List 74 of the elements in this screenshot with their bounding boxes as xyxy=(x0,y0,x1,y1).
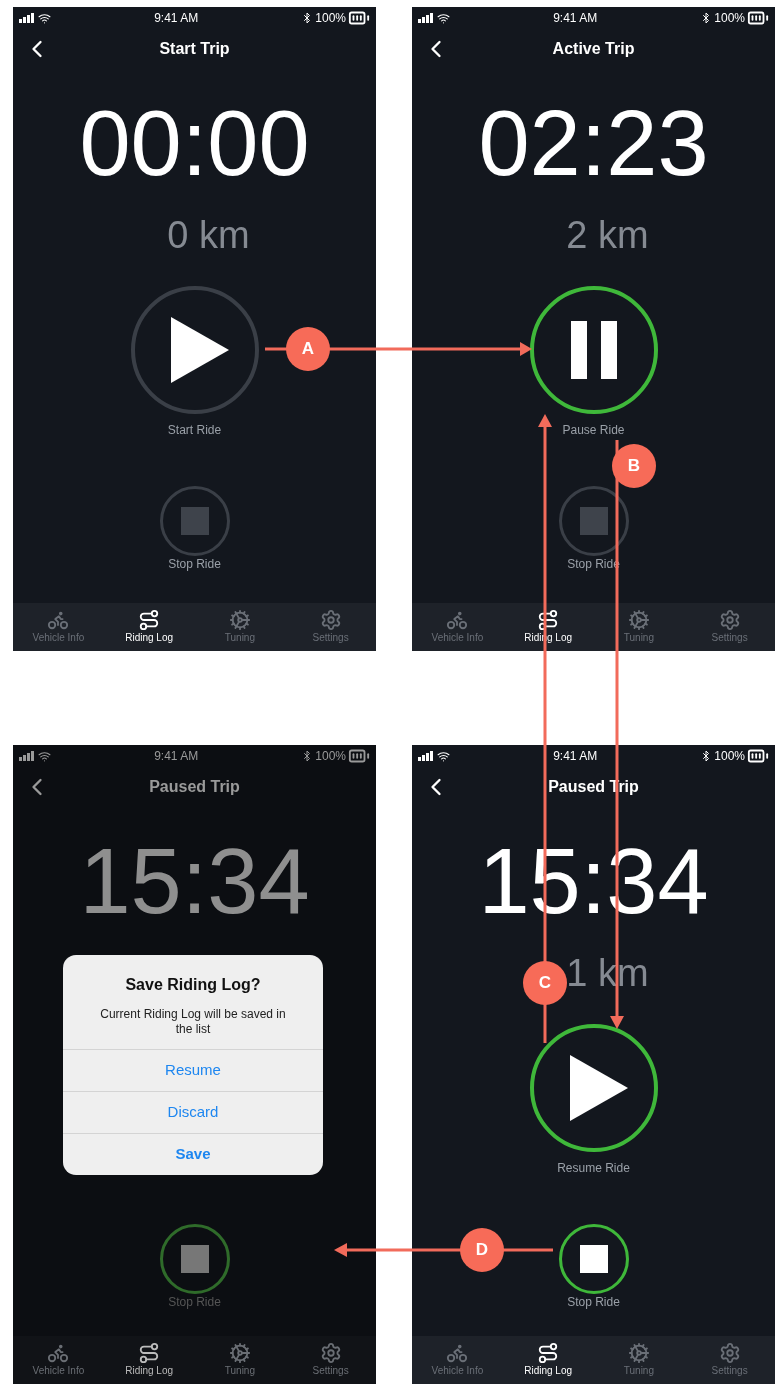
trip-timer: 02:23 xyxy=(478,93,709,193)
cog-icon xyxy=(627,1342,650,1364)
tab-item[interactable]: Tuning xyxy=(194,603,286,651)
tab-item[interactable]: Riding Log xyxy=(103,603,195,651)
wifi-icon xyxy=(38,749,51,763)
route-icon xyxy=(138,1342,161,1364)
pause-icon xyxy=(570,321,617,379)
trip-distance: 2 km xyxy=(566,213,649,257)
stop-button-label: Stop Ride xyxy=(168,556,221,572)
play-icon xyxy=(170,317,229,383)
trip-timer: 00:00 xyxy=(79,93,310,193)
stop-icon xyxy=(579,507,608,535)
status-time: 9:41 AM xyxy=(553,10,598,27)
stop-icon xyxy=(180,1245,209,1273)
settings-icon xyxy=(319,1342,342,1364)
cog-icon xyxy=(228,1342,251,1364)
status-time: 9:41 AM xyxy=(154,10,199,27)
route-icon xyxy=(138,609,161,631)
wifi-icon xyxy=(437,749,450,763)
stop-button-label: Stop Ride xyxy=(168,1294,221,1310)
tab-item[interactable]: Tuning xyxy=(194,1336,286,1384)
route-icon xyxy=(537,1342,560,1364)
dialog-action-button[interactable]: Resume xyxy=(63,1049,323,1091)
wifi-icon xyxy=(38,11,51,25)
dialog-title: Save Riding Log? xyxy=(125,975,261,995)
play-button[interactable] xyxy=(529,1024,658,1152)
settings-icon xyxy=(718,609,741,631)
tab-item[interactable]: Vehicle Info xyxy=(13,603,104,651)
signal-icon xyxy=(19,751,35,761)
pause-button[interactable] xyxy=(529,286,658,414)
wifi-icon xyxy=(437,11,450,25)
stop-button[interactable] xyxy=(558,486,629,556)
screen-title: Active Trip xyxy=(552,39,635,59)
screen-title: Start Trip xyxy=(159,39,230,59)
tab-item[interactable]: Riding Log xyxy=(502,1336,594,1384)
main-button-label: Resume Ride xyxy=(557,1160,630,1176)
tab-item[interactable]: Riding Log xyxy=(103,1336,195,1384)
cog-icon xyxy=(228,609,251,631)
status-time: 9:41 AM xyxy=(154,748,199,765)
signal-icon xyxy=(19,13,35,23)
dialog-action-button[interactable]: Save xyxy=(63,1133,323,1175)
trip-distance: 0 km xyxy=(167,213,250,257)
stop-button[interactable] xyxy=(558,1224,629,1294)
stop-button-label: Stop Ride xyxy=(567,1294,620,1310)
battery-percent: 100% xyxy=(315,10,346,27)
status-time: 9:41 AM xyxy=(553,748,598,765)
battery-percent: 100% xyxy=(315,748,346,765)
settings-icon xyxy=(319,609,342,631)
play-icon xyxy=(569,1055,628,1121)
stop-icon xyxy=(180,507,209,535)
tab-item[interactable]: Vehicle Info xyxy=(412,603,503,651)
play-button[interactable] xyxy=(130,286,259,414)
battery-percent: 100% xyxy=(714,748,745,765)
dialog-action-button[interactable]: Discard xyxy=(63,1091,323,1133)
tab-item[interactable]: Settings xyxy=(684,603,775,651)
tab-item[interactable]: Vehicle Info xyxy=(13,1336,104,1384)
tab-item[interactable]: Tuning xyxy=(593,603,685,651)
battery-percent: 100% xyxy=(714,10,745,27)
main-button-label: Start Ride xyxy=(167,422,222,438)
signal-icon xyxy=(418,13,434,23)
screen-title: Paused Trip xyxy=(149,777,240,797)
cog-icon xyxy=(627,609,650,631)
dialog-message: Current Riding Log will be saved in the list xyxy=(99,1007,287,1037)
signal-icon xyxy=(418,751,434,761)
trip-timer: 15:34 xyxy=(79,831,310,931)
settings-icon xyxy=(718,1342,741,1364)
main-button-label: Pause Ride xyxy=(562,422,625,438)
tab-item[interactable]: Tuning xyxy=(593,1336,685,1384)
stop-icon xyxy=(579,1245,608,1273)
tab-item[interactable]: Settings xyxy=(285,603,376,651)
route-icon xyxy=(537,609,560,631)
tab-item[interactable]: Settings xyxy=(684,1336,775,1384)
tab-item[interactable]: Settings xyxy=(285,1336,376,1384)
tab-item[interactable]: Vehicle Info xyxy=(412,1336,503,1384)
